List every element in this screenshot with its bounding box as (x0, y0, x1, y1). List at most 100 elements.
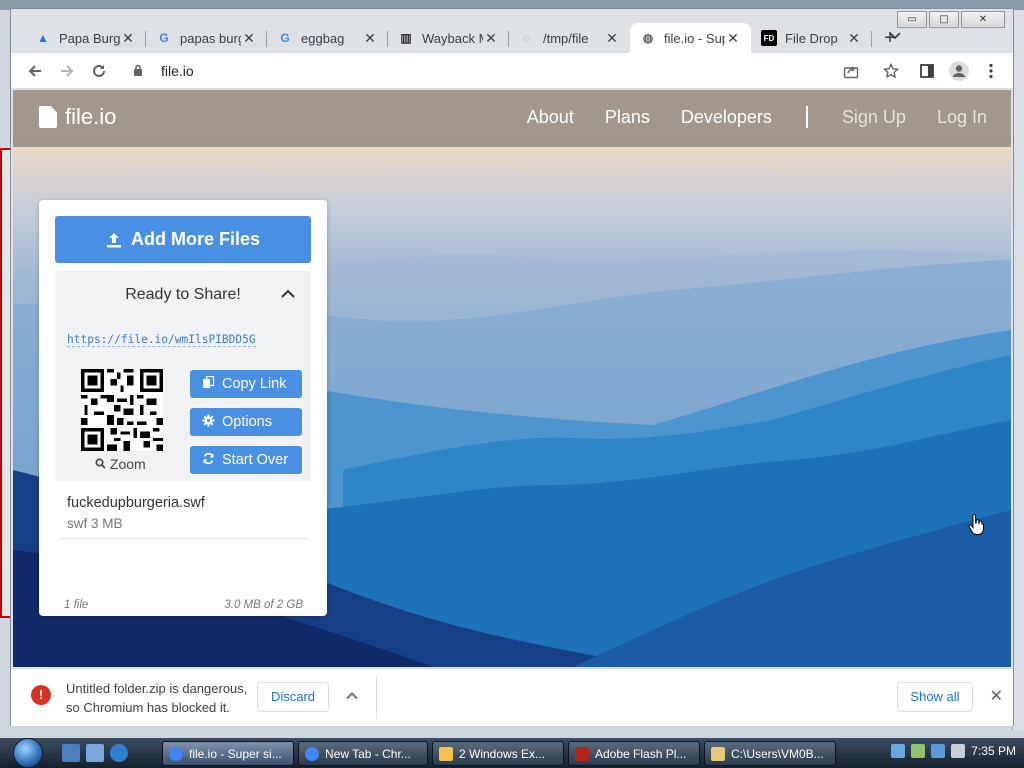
taskbar-item-windows-explorer[interactable]: 2 Windows Ex... (432, 741, 564, 766)
nav-about-link[interactable]: About (527, 107, 574, 128)
show-all-button[interactable]: Show all (897, 682, 973, 712)
system-tray: 7:35 PM (891, 744, 1016, 758)
upload-card: Add More Files Ready to Share! https://f… (39, 200, 327, 616)
zoom-label: Zoom (109, 456, 146, 472)
wayback-favicon-icon: ▥ (400, 31, 412, 45)
chevron-up-icon[interactable] (345, 689, 359, 703)
file-divider (59, 538, 309, 539)
logo-text: file.io (65, 104, 117, 129)
nav-log-in-link[interactable]: Log In (937, 107, 987, 128)
tab-close-icon[interactable]: ✕ (604, 30, 620, 47)
close-icon[interactable]: ✕ (990, 686, 1003, 706)
tab-papa-burger[interactable]: ▲ Papa Burger ✕ (25, 23, 146, 53)
taskbar-item-file-io[interactable]: file.io - Super si... (162, 741, 294, 766)
storage-usage: 3.0 MB of 2 GB (224, 599, 303, 611)
globe-favicon-icon: ◍ (642, 31, 654, 45)
chevron-up-icon[interactable] (279, 285, 297, 303)
address-url: file.io (161, 63, 194, 79)
more-menu-icon[interactable] (979, 59, 1003, 83)
nav-plans-link[interactable]: Plans (605, 107, 650, 128)
tab-close-icon[interactable]: ✕ (725, 30, 741, 47)
profile-avatar-icon[interactable] (947, 59, 971, 83)
tab-search-chevron-down-icon[interactable] (889, 29, 901, 43)
qr-code-image[interactable] (81, 369, 163, 451)
hand-cursor-icon (968, 514, 984, 535)
bookmark-star-icon[interactable] (879, 59, 903, 83)
volume-muted-icon[interactable] (951, 744, 966, 758)
tab-title: papas burger (180, 30, 241, 46)
tab-close-icon[interactable]: ✕ (362, 30, 378, 47)
site-header: file.io About Plans Developers Sign Up L… (13, 90, 1011, 147)
tab-file-io[interactable]: ◍ file.io - Super simple file sharing ✕ (630, 23, 751, 53)
tray-app-icon[interactable] (911, 744, 926, 758)
show-desktop-icon[interactable] (62, 744, 80, 762)
tab-tmp-file[interactable]: ◌ /tmp/file ✕ (509, 23, 630, 53)
flash-icon (575, 746, 589, 761)
tab-file-drop[interactable]: FD File Drop ✕ (751, 23, 872, 53)
reload-icon[interactable] (87, 59, 111, 83)
warning-icon: ! (31, 685, 51, 705)
tab-title: /tmp/file (543, 30, 589, 46)
forward-arrow-icon[interactable] (55, 59, 79, 83)
maximize-button[interactable]: □ (929, 11, 959, 28)
taskbar-item-label: Adobe Flash Pl... (595, 746, 687, 761)
nav-divider (805, 106, 808, 128)
taskbar-item-file-explorer[interactable]: C:\Users\VM0B... (704, 741, 836, 766)
tab-list: ▲ Papa Burger ✕ G papas burger ✕ G eggba… (25, 23, 908, 53)
taskbar-item-label: 2 Windows Ex... (459, 746, 546, 761)
internet-explorer-icon[interactable] (110, 744, 128, 762)
browser-toolbar: file.io (11, 53, 1013, 89)
address-bar[interactable]: file.io (123, 57, 877, 85)
tab-separator (871, 31, 872, 47)
magnifier-icon (95, 458, 106, 469)
tab-title: eggbag (301, 30, 345, 46)
share-icon[interactable] (839, 59, 863, 83)
start-button[interactable] (8, 738, 48, 768)
start-over-button[interactable]: Start Over (190, 446, 302, 474)
tab-title: file.io - Super simple file sharing (664, 30, 725, 46)
nav-sign-up-link[interactable]: Sign Up (842, 107, 906, 128)
nav-developers-link[interactable]: Developers (681, 107, 772, 128)
download-bar-divider (376, 677, 377, 719)
windows-logo-icon (13, 738, 43, 768)
tab-papas-burger[interactable]: G papas burger ✕ (146, 23, 267, 53)
papa-burger-favicon-icon: ▲ (37, 31, 49, 45)
options-label: Options (222, 414, 272, 430)
tab-wayback[interactable]: ▥ Wayback Machine ✕ (388, 23, 509, 53)
tab-close-icon[interactable]: ✕ (846, 30, 862, 47)
gear-icon (202, 414, 216, 430)
add-more-files-button[interactable]: Add More Files (55, 216, 311, 263)
share-url-link[interactable]: https://file.io/wmIlsPIBDD5G (67, 333, 256, 347)
ready-to-share-heading: Ready to Share! (125, 286, 241, 303)
file-meta: swf 3 MB (67, 516, 123, 531)
file-icon (39, 106, 57, 128)
network-icon[interactable] (891, 744, 906, 758)
close-window-button[interactable]: ✕ (961, 11, 1005, 28)
discard-button[interactable]: Discard (257, 682, 329, 712)
windows-taskbar: file.io - Super si... New Tab - Chr... 2… (0, 738, 1024, 768)
options-button[interactable]: Options (190, 408, 302, 436)
switch-windows-icon[interactable] (86, 744, 104, 762)
folder-icon (439, 746, 453, 761)
chromium-icon (305, 746, 319, 761)
tab-eggbag[interactable]: G eggbag ✕ (267, 23, 388, 53)
site-logo[interactable]: file.io (39, 104, 116, 130)
clock[interactable]: 7:35 PM (971, 744, 1016, 758)
zoom-link[interactable]: Zoom (95, 456, 146, 472)
tray-app-icon[interactable] (931, 744, 946, 758)
tab-close-icon[interactable]: ✕ (483, 30, 499, 47)
refresh-icon (202, 452, 216, 468)
tab-close-icon[interactable]: ✕ (241, 30, 257, 47)
side-panel-icon[interactable] (915, 59, 939, 83)
copy-link-button[interactable]: Copy Link (190, 370, 302, 398)
tab-close-icon[interactable]: ✕ (120, 30, 136, 47)
taskbar-item-new-tab[interactable]: New Tab - Chr... (298, 741, 428, 766)
lock-icon[interactable] (133, 64, 153, 79)
download-message: Untitled folder.zip is dangerous, so Chr… (66, 679, 266, 717)
file-drop-favicon-icon: FD (761, 30, 777, 46)
back-arrow-icon[interactable] (23, 59, 47, 83)
share-panel: Ready to Share! https://file.io/wmIlsPIB… (55, 271, 311, 481)
window-controls: ▭ □ ✕ (897, 11, 1005, 28)
folder-icon (711, 746, 725, 761)
taskbar-item-flash-player[interactable]: Adobe Flash Pl... (568, 741, 700, 766)
